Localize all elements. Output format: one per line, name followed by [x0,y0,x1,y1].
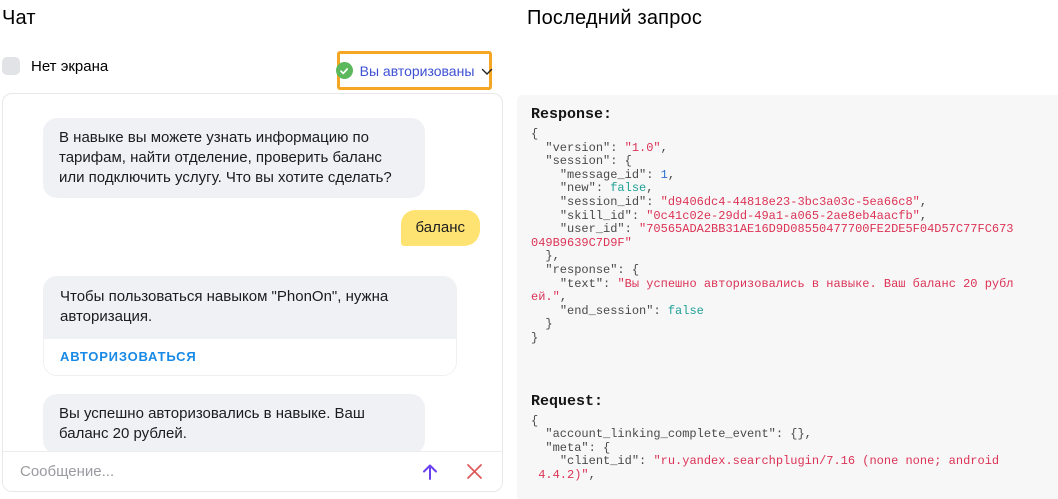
request-label: Request: [531,393,1052,410]
code-line: "user_id": "70565ADA2BB31AE16D9D08550477… [531,223,1052,237]
auth-status-label: Вы авторизованы [360,63,475,79]
clear-chat-icon[interactable] [463,461,485,483]
code-line: }, [531,250,1052,264]
chat-message-user: баланс [401,210,480,246]
code-line: "version": "1.0", [531,142,1052,156]
code-line: ей.", [531,291,1052,305]
skill-tester-page: Чат Нет экрана Вы авторизованы В навыке … [0,0,1058,499]
request-inspector: Response: { "version": "1.0", "session":… [517,95,1058,499]
code-line: 049B9639C7D9F" [531,237,1052,251]
chat-card: Чтобы пользоваться навыком "PhonOn", нуж… [43,276,457,376]
code-line: { [531,415,1052,429]
code-line: "session": { [531,155,1052,169]
response-label: Response: [531,106,1052,123]
auth-status-dropdown[interactable]: Вы авторизованы [337,51,492,90]
code-line: "meta": { [531,442,1052,456]
code-line: "text": "Вы успешно авторизовались в нав… [531,278,1052,292]
request-json: { "account_linking_complete_event": {}, … [531,415,1052,483]
check-circle-icon [336,62,353,79]
message-list: В навыке вы можете узнать информацию по … [3,94,502,451]
code-line: "message_id": 1, [531,169,1052,183]
no-screen-checkbox[interactable] [2,57,20,75]
code-line: { [531,128,1052,142]
inspector-panel-title: Последний запрос [527,7,702,30]
request-section: Request: { "account_linking_complete_eve… [531,393,1052,483]
chat-card-text: Чтобы пользоваться навыком "PhonOn", нуж… [44,277,456,339]
response-json: { "version": "1.0", "session": { "messag… [531,128,1052,346]
code-line: "client_id": "ru.yandex.searchplugin/7.1… [531,455,1052,469]
code-line: "end_session": false [531,305,1052,319]
message-input-row [3,451,502,491]
chat-window: В навыке вы можете узнать информацию по … [2,93,503,492]
code-line: 4.4.2)", [531,469,1052,483]
no-screen-option: Нет экрана [2,57,108,75]
no-screen-label: Нет экрана [31,58,108,75]
response-section: Response: { "version": "1.0", "session":… [531,106,1052,346]
code-line: "new": false, [531,182,1052,196]
code-line: "account_linking_complete_event": {}, [531,428,1052,442]
send-arrow-icon[interactable] [419,461,441,483]
code-line: } [531,332,1052,346]
chevron-down-icon [481,63,493,81]
code-line: "response": { [531,264,1052,278]
message-input[interactable] [20,463,397,480]
chat-panel-title: Чат [2,7,36,30]
code-line: "skill_id": "0c41c02e-29dd-49a1-a065-2ae… [531,210,1052,224]
chat-message-bot: В навыке вы можете узнать информацию по … [43,118,425,198]
code-line: "session_id": "d9406dc4-44818e23-3bc3a03… [531,196,1052,210]
code-line: } [531,318,1052,332]
chat-message-bot: Вы успешно авторизовались в навыке. Ваш … [43,394,425,451]
authorize-button[interactable]: АВТОРИЗОВАТЬСЯ [44,339,456,375]
